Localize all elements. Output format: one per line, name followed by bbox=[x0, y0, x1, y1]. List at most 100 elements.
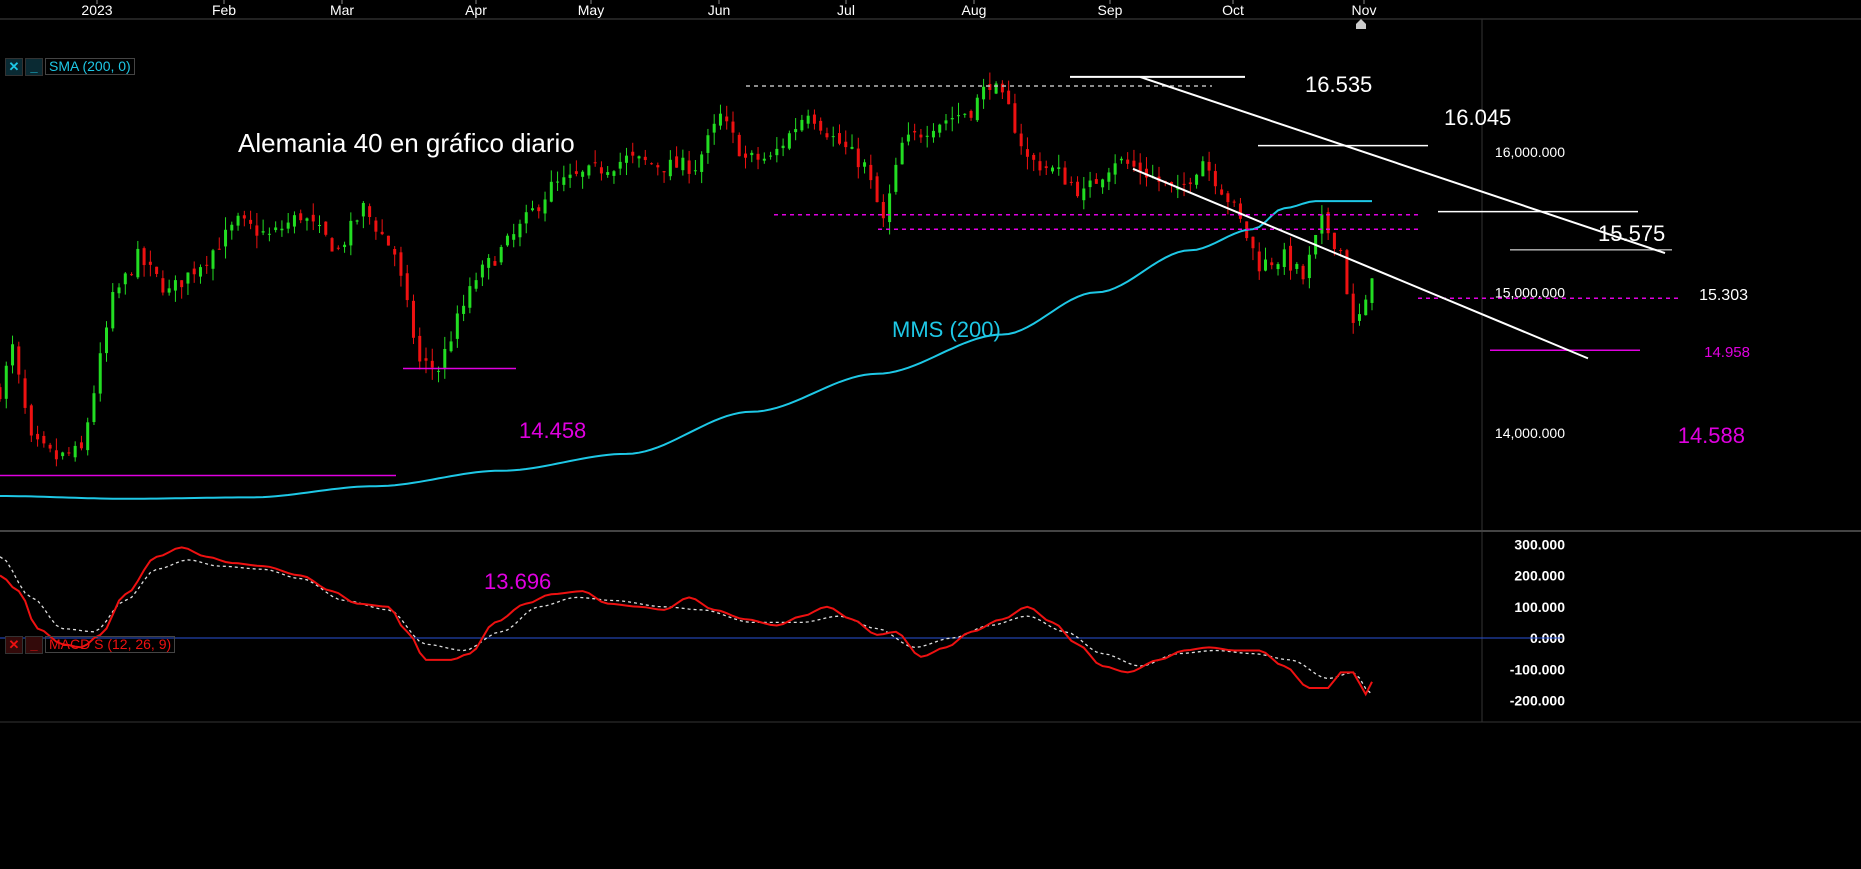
candle-body bbox=[568, 174, 572, 178]
sma-indicator-tag[interactable]: ✕ _ SMA (200, 0) bbox=[5, 57, 135, 76]
candle-body bbox=[737, 134, 741, 157]
candle-body bbox=[881, 201, 885, 219]
price-axis-label: 16,000.000 bbox=[1495, 144, 1565, 160]
candle-body bbox=[36, 433, 40, 440]
candle-body bbox=[311, 214, 315, 222]
candle-body bbox=[543, 199, 547, 214]
candle-body bbox=[1270, 262, 1274, 266]
candle-body bbox=[343, 244, 347, 248]
candle-body bbox=[361, 202, 365, 217]
candle-body bbox=[906, 134, 910, 142]
time-axis-label: Mar bbox=[330, 2, 354, 18]
candle-body bbox=[1282, 249, 1286, 267]
candle-body bbox=[562, 177, 566, 185]
candle-body bbox=[1226, 193, 1230, 203]
candle-body bbox=[769, 155, 773, 157]
candle-body bbox=[1251, 236, 1255, 249]
candle-body bbox=[1320, 214, 1324, 234]
level-16535-label: 16.535 bbox=[1305, 72, 1372, 97]
candle-body bbox=[117, 287, 121, 294]
candle-body bbox=[1101, 179, 1105, 188]
candle-body bbox=[1000, 83, 1004, 93]
candle-body bbox=[61, 452, 65, 457]
sma-indicator-label[interactable]: SMA (200, 0) bbox=[45, 58, 135, 75]
level-15575-label: 15.575 bbox=[1598, 221, 1665, 246]
candle-body bbox=[430, 360, 434, 368]
candle-body bbox=[23, 378, 27, 408]
macd-indicator-tag[interactable]: ✕ _ MACD S (12, 26, 9) bbox=[5, 635, 176, 654]
candle-body bbox=[1276, 264, 1280, 270]
minimize-icon[interactable]: _ bbox=[25, 57, 43, 76]
candle-body bbox=[42, 435, 46, 444]
candle-body bbox=[650, 163, 654, 165]
candle-body bbox=[1119, 158, 1123, 161]
candle-body bbox=[700, 154, 704, 172]
candle-body bbox=[731, 121, 735, 133]
price-axis-label: 14,000.000 bbox=[1495, 425, 1565, 441]
candle-body bbox=[913, 130, 917, 133]
candle-body bbox=[1182, 183, 1186, 185]
level-14588-label: 14.588 bbox=[1678, 423, 1745, 448]
candle-body bbox=[98, 353, 102, 394]
candle-body bbox=[1301, 265, 1305, 280]
candle-body bbox=[374, 220, 378, 232]
candle-body bbox=[211, 250, 215, 269]
macd-indicator-label[interactable]: MACD S (12, 26, 9) bbox=[45, 636, 176, 653]
chart-area[interactable]: 2023 Feb Mar Apr May Jun Jul Aug Sep Oct Nov 16,000… bbox=[0, 0, 1861, 864]
candle-body bbox=[48, 444, 52, 449]
candle-body bbox=[1188, 182, 1192, 185]
candle-body bbox=[443, 348, 447, 369]
level-14958-label: 14.958 bbox=[1704, 344, 1750, 361]
time-axis-label: Jun bbox=[708, 2, 731, 18]
candle-body bbox=[718, 113, 722, 126]
minimize-icon[interactable]: _ bbox=[25, 635, 43, 654]
level-16045-label: 16.045 bbox=[1444, 105, 1511, 130]
candle-body bbox=[1339, 250, 1343, 252]
candle-body bbox=[1213, 171, 1217, 187]
candle-body bbox=[693, 170, 697, 172]
candle-body bbox=[487, 257, 491, 268]
candle-body bbox=[1357, 314, 1361, 321]
candle-body bbox=[800, 119, 804, 131]
chart-svg[interactable]: 2023 Feb Mar Apr May Jun Jul Aug Sep Oct Nov 16,000… bbox=[0, 0, 1861, 864]
candle-body bbox=[324, 221, 328, 235]
candle-body bbox=[79, 442, 83, 449]
candle-body bbox=[1050, 167, 1054, 172]
candle-body bbox=[593, 162, 597, 164]
candle-body bbox=[136, 248, 140, 278]
candle-body bbox=[1364, 299, 1368, 316]
candle-body bbox=[599, 167, 603, 174]
candle-body bbox=[1351, 293, 1355, 323]
macd-axis-label: 100.000 bbox=[1514, 599, 1565, 615]
candle-body bbox=[744, 153, 748, 158]
candle-body bbox=[1307, 254, 1311, 279]
candle-body bbox=[1076, 181, 1080, 197]
candle-body bbox=[994, 83, 998, 94]
candle-body bbox=[1207, 161, 1211, 171]
candle-body bbox=[455, 313, 459, 339]
candle-body bbox=[931, 130, 935, 138]
candle-body bbox=[1238, 203, 1242, 219]
candle-body bbox=[286, 222, 290, 229]
candle-body bbox=[1032, 154, 1036, 160]
candle-body bbox=[794, 129, 798, 133]
candle-body bbox=[750, 152, 754, 156]
candle-body bbox=[574, 171, 578, 174]
candle-body bbox=[393, 249, 397, 255]
candle-body bbox=[449, 341, 453, 352]
candle-body bbox=[437, 370, 441, 372]
candle-body bbox=[186, 272, 190, 284]
candle-body bbox=[950, 118, 954, 120]
close-icon[interactable]: ✕ bbox=[5, 635, 23, 654]
candle-body bbox=[618, 161, 622, 169]
candle-body bbox=[900, 142, 904, 165]
candle-body bbox=[349, 220, 353, 246]
candle-body bbox=[725, 116, 729, 122]
candle-body bbox=[1007, 90, 1011, 105]
candle-body bbox=[142, 248, 146, 266]
candle-body bbox=[837, 133, 841, 144]
candle-body bbox=[944, 120, 948, 124]
candle-body bbox=[255, 225, 259, 236]
close-icon[interactable]: ✕ bbox=[5, 57, 23, 76]
candle-body bbox=[418, 335, 422, 362]
